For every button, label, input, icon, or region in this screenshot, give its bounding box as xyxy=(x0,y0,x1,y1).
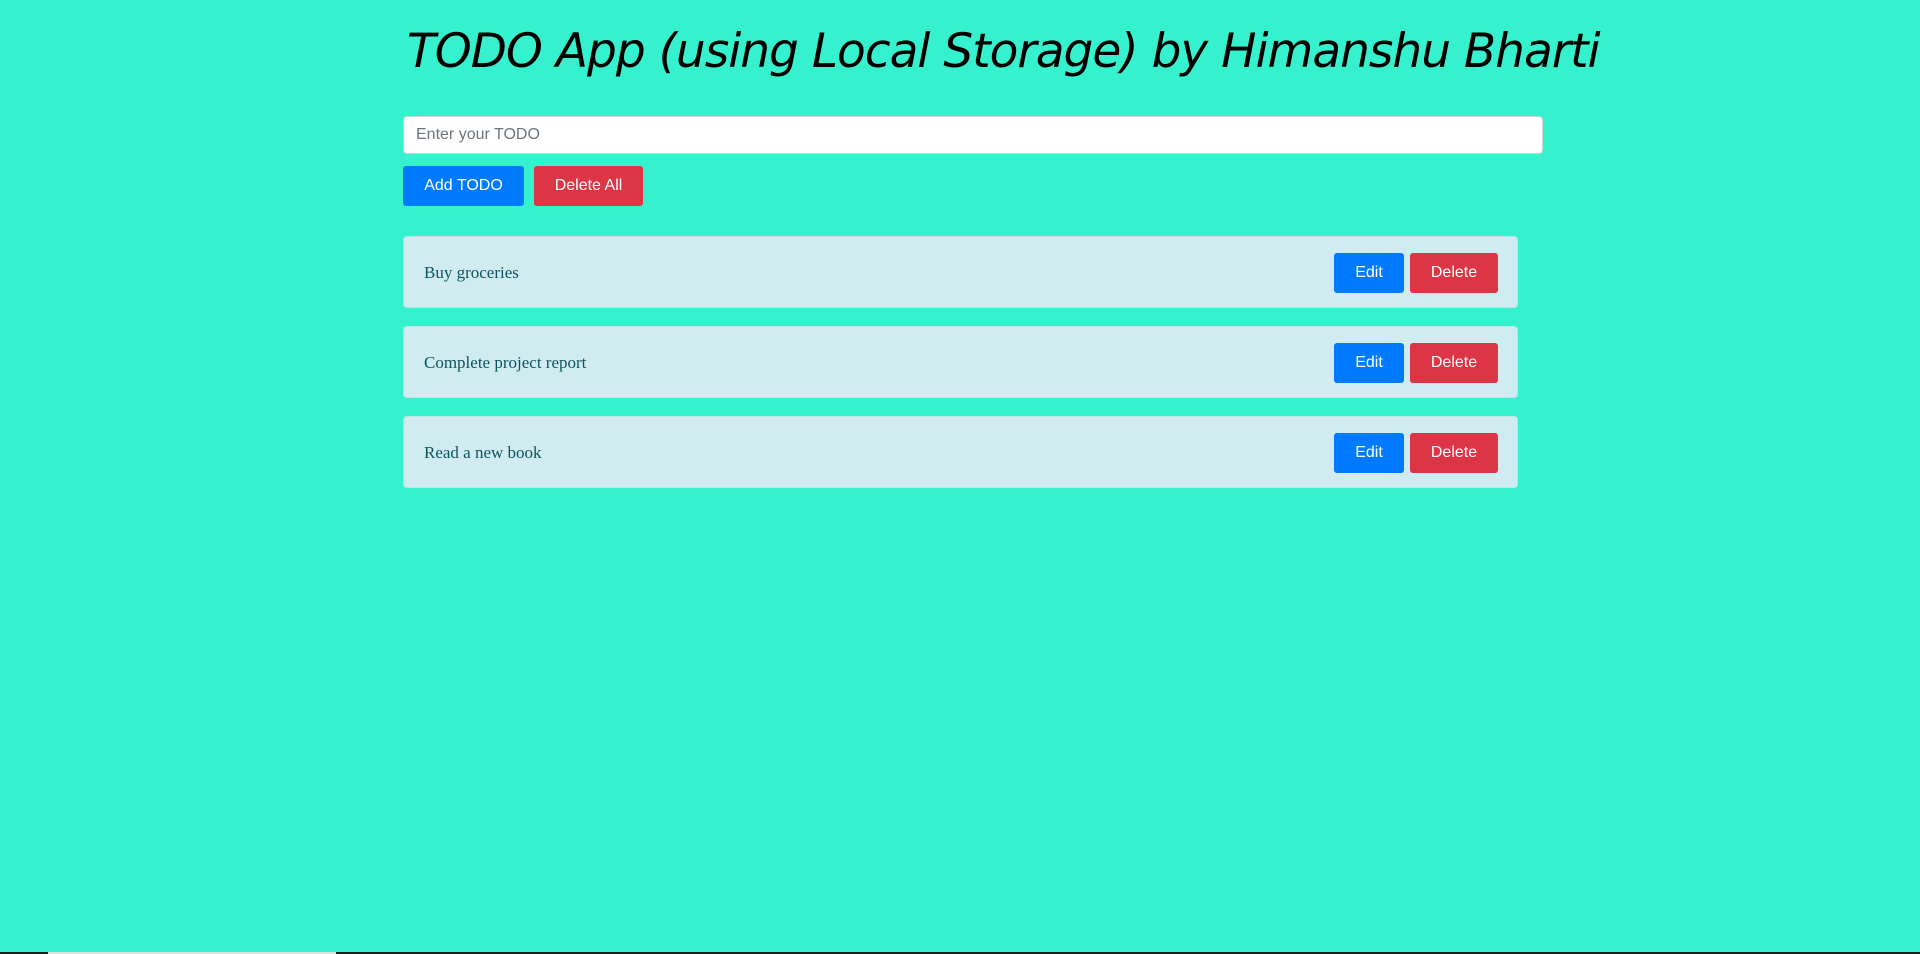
todo-text: Complete project report xyxy=(424,353,587,372)
delete-button[interactable]: Delete xyxy=(1410,253,1498,293)
todo-input[interactable] xyxy=(403,116,1543,154)
todo-text: Read a new book xyxy=(424,443,542,462)
edit-button[interactable]: Edit xyxy=(1334,433,1404,473)
todo-item: Complete project report Edit Delete xyxy=(403,326,1518,398)
todo-text: Buy groceries xyxy=(424,263,519,282)
edit-button[interactable]: Edit xyxy=(1334,253,1404,293)
delete-button[interactable]: Delete xyxy=(1410,343,1498,383)
page-title: TODO App (using Local Storage) by Himans… xyxy=(407,24,1601,79)
delete-all-button[interactable]: Delete All xyxy=(534,166,643,206)
delete-button[interactable]: Delete xyxy=(1410,433,1498,473)
edit-button[interactable]: Edit xyxy=(1334,343,1404,383)
add-todo-button[interactable]: Add TODO xyxy=(403,166,524,206)
todo-item: Buy groceries Edit Delete xyxy=(403,236,1518,308)
todo-item: Read a new book Edit Delete xyxy=(403,416,1518,488)
